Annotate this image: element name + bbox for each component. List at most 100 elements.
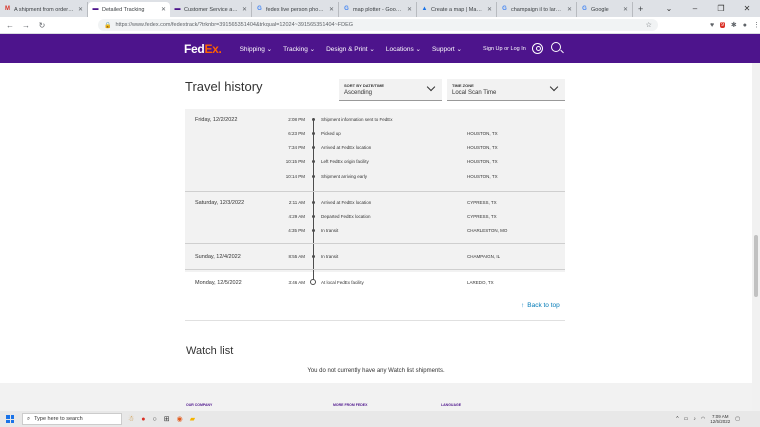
google-icon: G	[344, 6, 349, 12]
bookmark-star-icon[interactable]: ☆	[646, 21, 652, 29]
day-separator	[185, 243, 565, 244]
forward-icon[interactable]: →	[20, 21, 32, 30]
network-icon[interactable]: ▭	[684, 416, 689, 422]
minimize-icon[interactable]: –	[682, 0, 708, 17]
account-icon[interactable]	[531, 43, 543, 54]
firefox-icon[interactable]: ◉	[177, 415, 183, 423]
lock-icon[interactable]: 🔒	[104, 22, 111, 29]
chevron-down-icon	[549, 82, 559, 92]
day-separator	[185, 191, 565, 192]
close-icon[interactable]: ✕	[623, 6, 628, 13]
nav-locations[interactable]: Locations ⌄	[386, 45, 421, 53]
reload-icon[interactable]: ↻	[36, 21, 48, 30]
search-icon: ⌕	[27, 415, 31, 422]
search-icon[interactable]	[551, 42, 561, 52]
sort-select[interactable]: SORT BY DATE/TIME Ascending	[339, 79, 442, 101]
browser-tab[interactable]: G champaign il to laredo tx ✕	[497, 2, 577, 17]
gmail-icon: M	[5, 6, 10, 12]
timeline-dot	[312, 255, 315, 258]
timeline-dot	[312, 175, 315, 178]
timeline-dot	[312, 160, 315, 163]
timezone-select[interactable]: TIME ZONE Local Scan Time	[447, 79, 565, 101]
close-icon[interactable]: ✕	[487, 6, 492, 13]
footer-heading: OUR COMPANY	[186, 403, 213, 407]
browser-tab[interactable]: M A shipment from order W1 ✕	[0, 2, 88, 17]
nav-tracking[interactable]: Tracking ⌄	[283, 45, 315, 53]
chevron-down-icon	[426, 82, 436, 92]
windows-start-icon[interactable]	[6, 415, 14, 423]
event-location: CYPRESS, TX	[467, 200, 497, 205]
extension-badge-icon[interactable]: 9	[720, 22, 725, 28]
taskbar-search-input[interactable]: ⌕ Type here to search	[22, 413, 122, 425]
notification-icon[interactable]: ▢	[735, 416, 740, 422]
close-icon[interactable]: ✕	[78, 6, 83, 13]
taskbar-apps: ☃ ● ○ ⊞ ◉ ▰	[128, 415, 195, 424]
scrollbar-thumb[interactable]	[754, 235, 758, 297]
event-description: In transit	[321, 254, 339, 259]
address-bar: ← → ↻ 🔒 https://www.fedex.com/fedextrack…	[0, 17, 760, 34]
footer-heading: MORE FROM FEDEX	[333, 403, 368, 407]
page-scrollbar[interactable]	[752, 63, 760, 411]
browser-tab[interactable]: ▬ Customer Service and Sup ✕	[170, 2, 252, 17]
day-label: Friday, 12/2/2022	[195, 117, 238, 123]
puzzle-icon[interactable]: ✱	[731, 21, 737, 29]
account-area: Sign Up or Log In	[483, 34, 543, 63]
event-description: Shipment information sent to FedEx	[321, 117, 393, 122]
timeline-dot	[312, 132, 315, 135]
timeline-dot	[312, 215, 315, 218]
task-view-icon[interactable]: ○	[153, 416, 157, 423]
wifi-icon[interactable]: ◠	[701, 416, 705, 422]
timeline-dot	[312, 118, 315, 121]
profile-icon[interactable]: ●	[743, 22, 747, 29]
close-window-icon[interactable]: ✕	[734, 0, 760, 17]
footer-heading: LANGUAGE	[441, 403, 462, 407]
back-icon[interactable]: ←	[4, 21, 16, 30]
current-location-icon	[310, 279, 316, 285]
event-time: 10:15 PM	[285, 159, 305, 164]
tab-search-icon[interactable]: ⌄	[656, 0, 682, 17]
close-icon[interactable]: ✕	[161, 6, 166, 13]
fedex-icon: ▬	[92, 6, 99, 12]
nav-shipping[interactable]: Shipping ⌄	[240, 45, 273, 53]
travel-history-title: Travel history	[185, 79, 263, 94]
file-explorer-icon[interactable]: ▰	[190, 415, 195, 423]
gingerbread-icon[interactable]: ☃	[128, 415, 134, 423]
tray-chevron-up-icon[interactable]: ^	[676, 416, 678, 422]
extension-icon[interactable]: ♥	[710, 22, 714, 29]
app-red-icon[interactable]: ●	[141, 416, 145, 423]
fedex-logo[interactable]: FedEx.	[184, 42, 222, 56]
timeline-dot	[312, 201, 315, 204]
close-icon[interactable]: ✕	[567, 6, 572, 13]
section-divider	[185, 320, 565, 321]
close-icon[interactable]: ✕	[242, 6, 247, 13]
browser-tab[interactable]: G map plotter - Google Searc ✕	[339, 2, 417, 17]
browser-tab-strip: M A shipment from order W1 ✕ ▬ Detailed …	[0, 0, 760, 17]
browser-tab-active[interactable]: ▬ Detailed Tracking ✕	[88, 2, 170, 17]
event-location: CHARLESTON, MO	[467, 228, 508, 233]
sign-in-link[interactable]: Sign Up or Log In	[483, 46, 526, 52]
windows-grid-icon[interactable]: ⊞	[164, 415, 170, 423]
event-location: LAREDO, TX	[467, 280, 494, 285]
back-to-top-link[interactable]: ↑ Back to top	[521, 302, 560, 309]
day-label: Monday, 12/5/2022	[195, 280, 242, 286]
menu-icon[interactable]: ⋮	[753, 21, 760, 29]
event-location: HOUSTON, TX	[467, 145, 498, 150]
volume-icon[interactable]: ♪	[693, 416, 696, 422]
event-location: HOUSTON, TX	[467, 131, 498, 136]
url-input[interactable]: 🔒 https://www.fedex.com/fedextrack/?trkn…	[98, 19, 658, 31]
main-nav: Shipping ⌄ Tracking ⌄ Design & Print ⌄ L…	[240, 45, 462, 53]
browser-tab[interactable]: G Google ✕	[577, 2, 633, 17]
close-icon[interactable]: ✕	[329, 6, 334, 13]
new-tab-button[interactable]: +	[633, 2, 648, 17]
browser-tab[interactable]: ▲ Create a map | Mapcustomize ✕	[417, 2, 497, 17]
event-description: Arrived at FedEx location	[321, 145, 372, 150]
nav-support[interactable]: Support ⌄	[432, 45, 462, 53]
maximize-icon[interactable]: ❐	[708, 0, 734, 17]
event-time: 8:55 AM	[288, 254, 305, 259]
browser-tab[interactable]: G fedex live person phone n ✕	[252, 2, 339, 17]
watch-list-title: Watch list	[186, 345, 234, 357]
arrow-up-icon: ↑	[521, 302, 525, 309]
nav-design-print[interactable]: Design & Print ⌄	[326, 45, 375, 53]
clock[interactable]: 7:09 AM 12/5/2022	[710, 414, 730, 425]
close-icon[interactable]: ✕	[407, 6, 412, 13]
